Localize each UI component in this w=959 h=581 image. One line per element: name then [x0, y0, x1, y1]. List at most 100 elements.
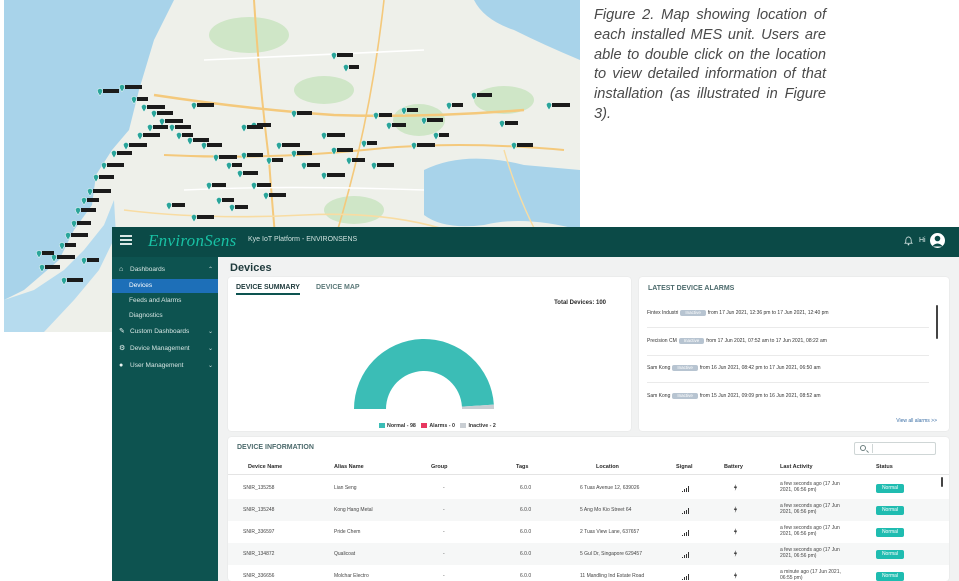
user-avatar-icon[interactable]	[930, 233, 945, 248]
legend-alarms: Alarms - 0	[421, 423, 455, 429]
tags-cell: 6.0.0	[520, 507, 532, 513]
column-header[interactable]: Battery	[724, 464, 743, 470]
alarm-time-range: from 16 Jun 2021, 08:42 pm to 17 Jun 202…	[699, 365, 821, 371]
column-header[interactable]: Status	[876, 464, 893, 470]
column-header[interactable]: Last Activity	[780, 464, 813, 470]
bell-icon[interactable]	[904, 236, 913, 246]
legend-swatch	[379, 423, 385, 428]
pin-label-chip	[117, 151, 132, 155]
chevron-down-icon: ⌄	[208, 329, 214, 335]
alarm-status-badge: Inactive	[672, 393, 698, 399]
signal-strength-icon	[682, 552, 690, 558]
alarm-item[interactable]: Sam Kong Inactive from 15 Jun 2021, 09:09 …	[647, 393, 821, 399]
pin-label-chip	[87, 258, 99, 262]
pin-label-chip	[165, 119, 183, 123]
pin-label-chip	[337, 148, 353, 152]
pin-label-chip	[129, 143, 147, 147]
status-badge: Normal	[876, 484, 904, 493]
pin-label-chip	[517, 143, 533, 147]
column-header[interactable]: Device Name	[248, 464, 282, 470]
alarm-item[interactable]: Sam Kong Inactive from 16 Jun 2021, 08:42 …	[647, 365, 821, 371]
legend-swatch	[460, 423, 467, 428]
pin-label-chip	[107, 163, 124, 167]
table-row[interactable]: SNIR_336656 Molchar Electro - 6.0.0 11 Mandl…	[228, 565, 949, 581]
table-row[interactable]: SNIR_135258 Lian Seng - 6.0.0 6 Tuas Avenue …	[228, 477, 949, 499]
signal-bar	[688, 530, 690, 536]
table-row[interactable]: SNIR_336597 Pride Chem - 6.0.0 2 Tuas View L…	[228, 521, 949, 543]
sidebar-item-dashboards[interactable]: ⌂ Dashboards ⌃	[112, 263, 218, 277]
platform-title: Kye IoT Platform - ENVIRONSENS	[248, 236, 358, 243]
total-devices-count: Total Devices: 100	[554, 300, 606, 306]
table-row[interactable]: SNIR_134872 Qualicoat - 6.0.0 5 Gul Dr, Sing…	[228, 543, 949, 565]
search-input[interactable]	[854, 442, 936, 455]
pin-label-chip	[197, 103, 214, 107]
legend-label: Normal - 98	[387, 423, 416, 429]
pin-label-chip	[552, 103, 570, 107]
hamburger-menu-icon[interactable]	[120, 235, 132, 247]
alias-name-cell: Kong Hang Metal	[334, 507, 373, 513]
column-header[interactable]: Alias Name	[334, 464, 364, 470]
user-greeting: Hi	[919, 237, 926, 244]
environsens-app-window: EnvironSens Kye IoT Platform - ENVIRONSE…	[112, 227, 959, 581]
tags-cell: 6.0.0	[520, 551, 532, 557]
view-all-alarms-link[interactable]: View all alarms >>	[896, 418, 937, 424]
table-row[interactable]: SNIR_135248 Kong Hang Metal - 6.0.0 5 Ang Mo…	[228, 499, 949, 521]
signal-strength-icon	[682, 530, 690, 536]
pin-label-chip	[175, 125, 191, 129]
column-header[interactable]: Group	[431, 464, 448, 470]
legend-label: Inactive - 2	[468, 423, 496, 429]
battery-icon	[733, 528, 738, 535]
sidebar-item-label: User Management	[130, 362, 184, 369]
alarm-scrollbar[interactable]	[936, 305, 938, 339]
sidebar-item-custom-dashboards[interactable]: ✎ Custom Dashboards ⌄	[112, 325, 218, 339]
alarm-status-badge: Inactive	[678, 338, 705, 344]
pin-label-chip	[212, 183, 226, 187]
signal-strength-icon	[682, 508, 690, 514]
alarm-time-range: from 17 Jun 2021, 12:36 pm to 17 Jun 202…	[707, 310, 829, 316]
alarm-item[interactable]: Precision CM Inactive from 17 Jun 2021, 07…	[647, 338, 827, 344]
sidebar-item-feeds-and-alarms[interactable]: Feeds and Alarms	[112, 294, 218, 308]
location-cell: 5 Ang Mo Kio Street 64	[580, 507, 632, 513]
pin-label-chip	[427, 118, 443, 122]
sidebar-item-device-management[interactable]: ⚙ Device Management ⌄	[112, 342, 218, 356]
column-header[interactable]: Location	[596, 464, 619, 470]
tab-device-summary[interactable]: DEVICE SUMMARY	[236, 284, 300, 295]
signal-bar	[688, 508, 690, 514]
device-name-cell: SNIR_134872	[243, 551, 275, 557]
sidebar-item-diagnostics[interactable]: Diagnostics	[112, 309, 218, 323]
legend-swatch	[421, 423, 428, 428]
sidebar-item-label: Diagnostics	[129, 312, 163, 319]
gauge-segment-normal[interactable]	[354, 338, 494, 409]
column-header[interactable]: Tags	[516, 464, 528, 470]
signal-bar	[688, 574, 690, 580]
sidebar-item-devices[interactable]: Devices	[112, 279, 218, 293]
pin-label-chip	[99, 175, 114, 179]
pin-label-chip	[153, 125, 168, 129]
signal-strength-icon	[682, 574, 690, 580]
alarm-device-name: Fintex Industri	[647, 310, 679, 316]
wrench-icon: ✎	[119, 328, 125, 335]
alarm-time-range: from 17 Jun 2021, 07:52 am to 17 Jun 202…	[706, 338, 827, 344]
pin-label-chip	[269, 193, 286, 197]
chevron-down-icon: ⌄	[208, 363, 214, 369]
device-name-cell: SNIR_336597	[243, 529, 275, 535]
tab-device-map[interactable]: DEVICE MAP	[316, 284, 360, 291]
signal-bar	[688, 486, 690, 492]
main-content: Devices DEVICE SUMMARY DEVICE MAP Total …	[218, 257, 959, 581]
group-cell: -	[443, 507, 445, 513]
tags-cell: 6.0.0	[520, 529, 532, 535]
alarm-device-name: Sam Kong	[647, 393, 671, 399]
tags-cell: 6.0.0	[520, 485, 532, 491]
gauge-legend: Normal - 98 Alarms - 0 Inactive - 2	[379, 423, 500, 429]
pin-label-chip	[407, 108, 418, 112]
alias-name-cell: Molchar Electro	[334, 573, 369, 579]
brand-logo[interactable]: EnvironSens	[148, 231, 237, 251]
sidebar: ⌂ Dashboards ⌃ Devices Feeds and Alarms …	[112, 257, 218, 581]
column-header[interactable]: Signal	[676, 464, 693, 470]
sidebar-item-user-management[interactable]: ● User Management ⌄	[112, 359, 218, 373]
pin-label-chip	[327, 173, 345, 177]
alarm-item[interactable]: Fintex Industri Inactive from 17 Jun 2021,…	[647, 310, 829, 316]
table-scrollbar[interactable]	[941, 477, 943, 487]
pin-label-chip	[337, 53, 353, 57]
last-activity-cell: a minute ago (17 Jun 2021, 06:55 pm)	[780, 569, 841, 581]
